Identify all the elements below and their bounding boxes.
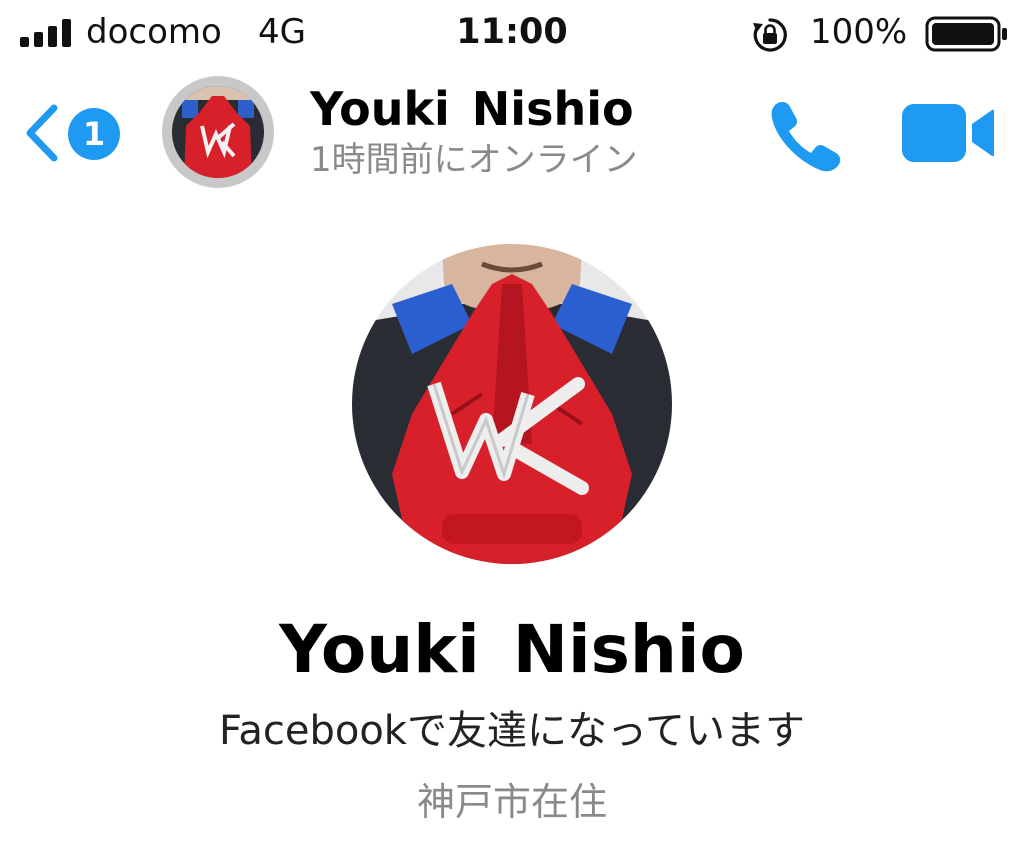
back-chevron-icon [26,104,58,162]
back-button[interactable]: 1 [22,96,132,170]
profile-photo[interactable] [352,244,672,564]
video-camera-icon[interactable] [900,100,996,166]
rotation-lock-icon [753,18,787,52]
avatar-image [172,86,264,178]
profile-photo-image [352,244,672,564]
battery-full-icon [925,16,1007,52]
unread-count-badge: 1 [68,108,120,160]
friend-status: Facebookで友達になっています [219,708,805,754]
phone-icon[interactable] [766,96,848,176]
messenger-chat-screen: docomo 4G 11:00 100% 1 Youki Nishio 1時間前… [0,0,1024,845]
profile-name: Youki Nishio [279,611,745,688]
battery-percentage: 100% [810,12,908,52]
status-bar: docomo 4G 11:00 100% [0,0,1024,68]
location: 神戸市在住 [416,780,607,824]
header-avatar[interactable] [162,76,274,188]
conversation-header: 1 Youki Nishio 1時間前にオンライン [0,68,1024,198]
contact-name[interactable]: Youki Nishio [310,82,634,136]
online-status: 1時間前にオンライン [310,140,638,180]
